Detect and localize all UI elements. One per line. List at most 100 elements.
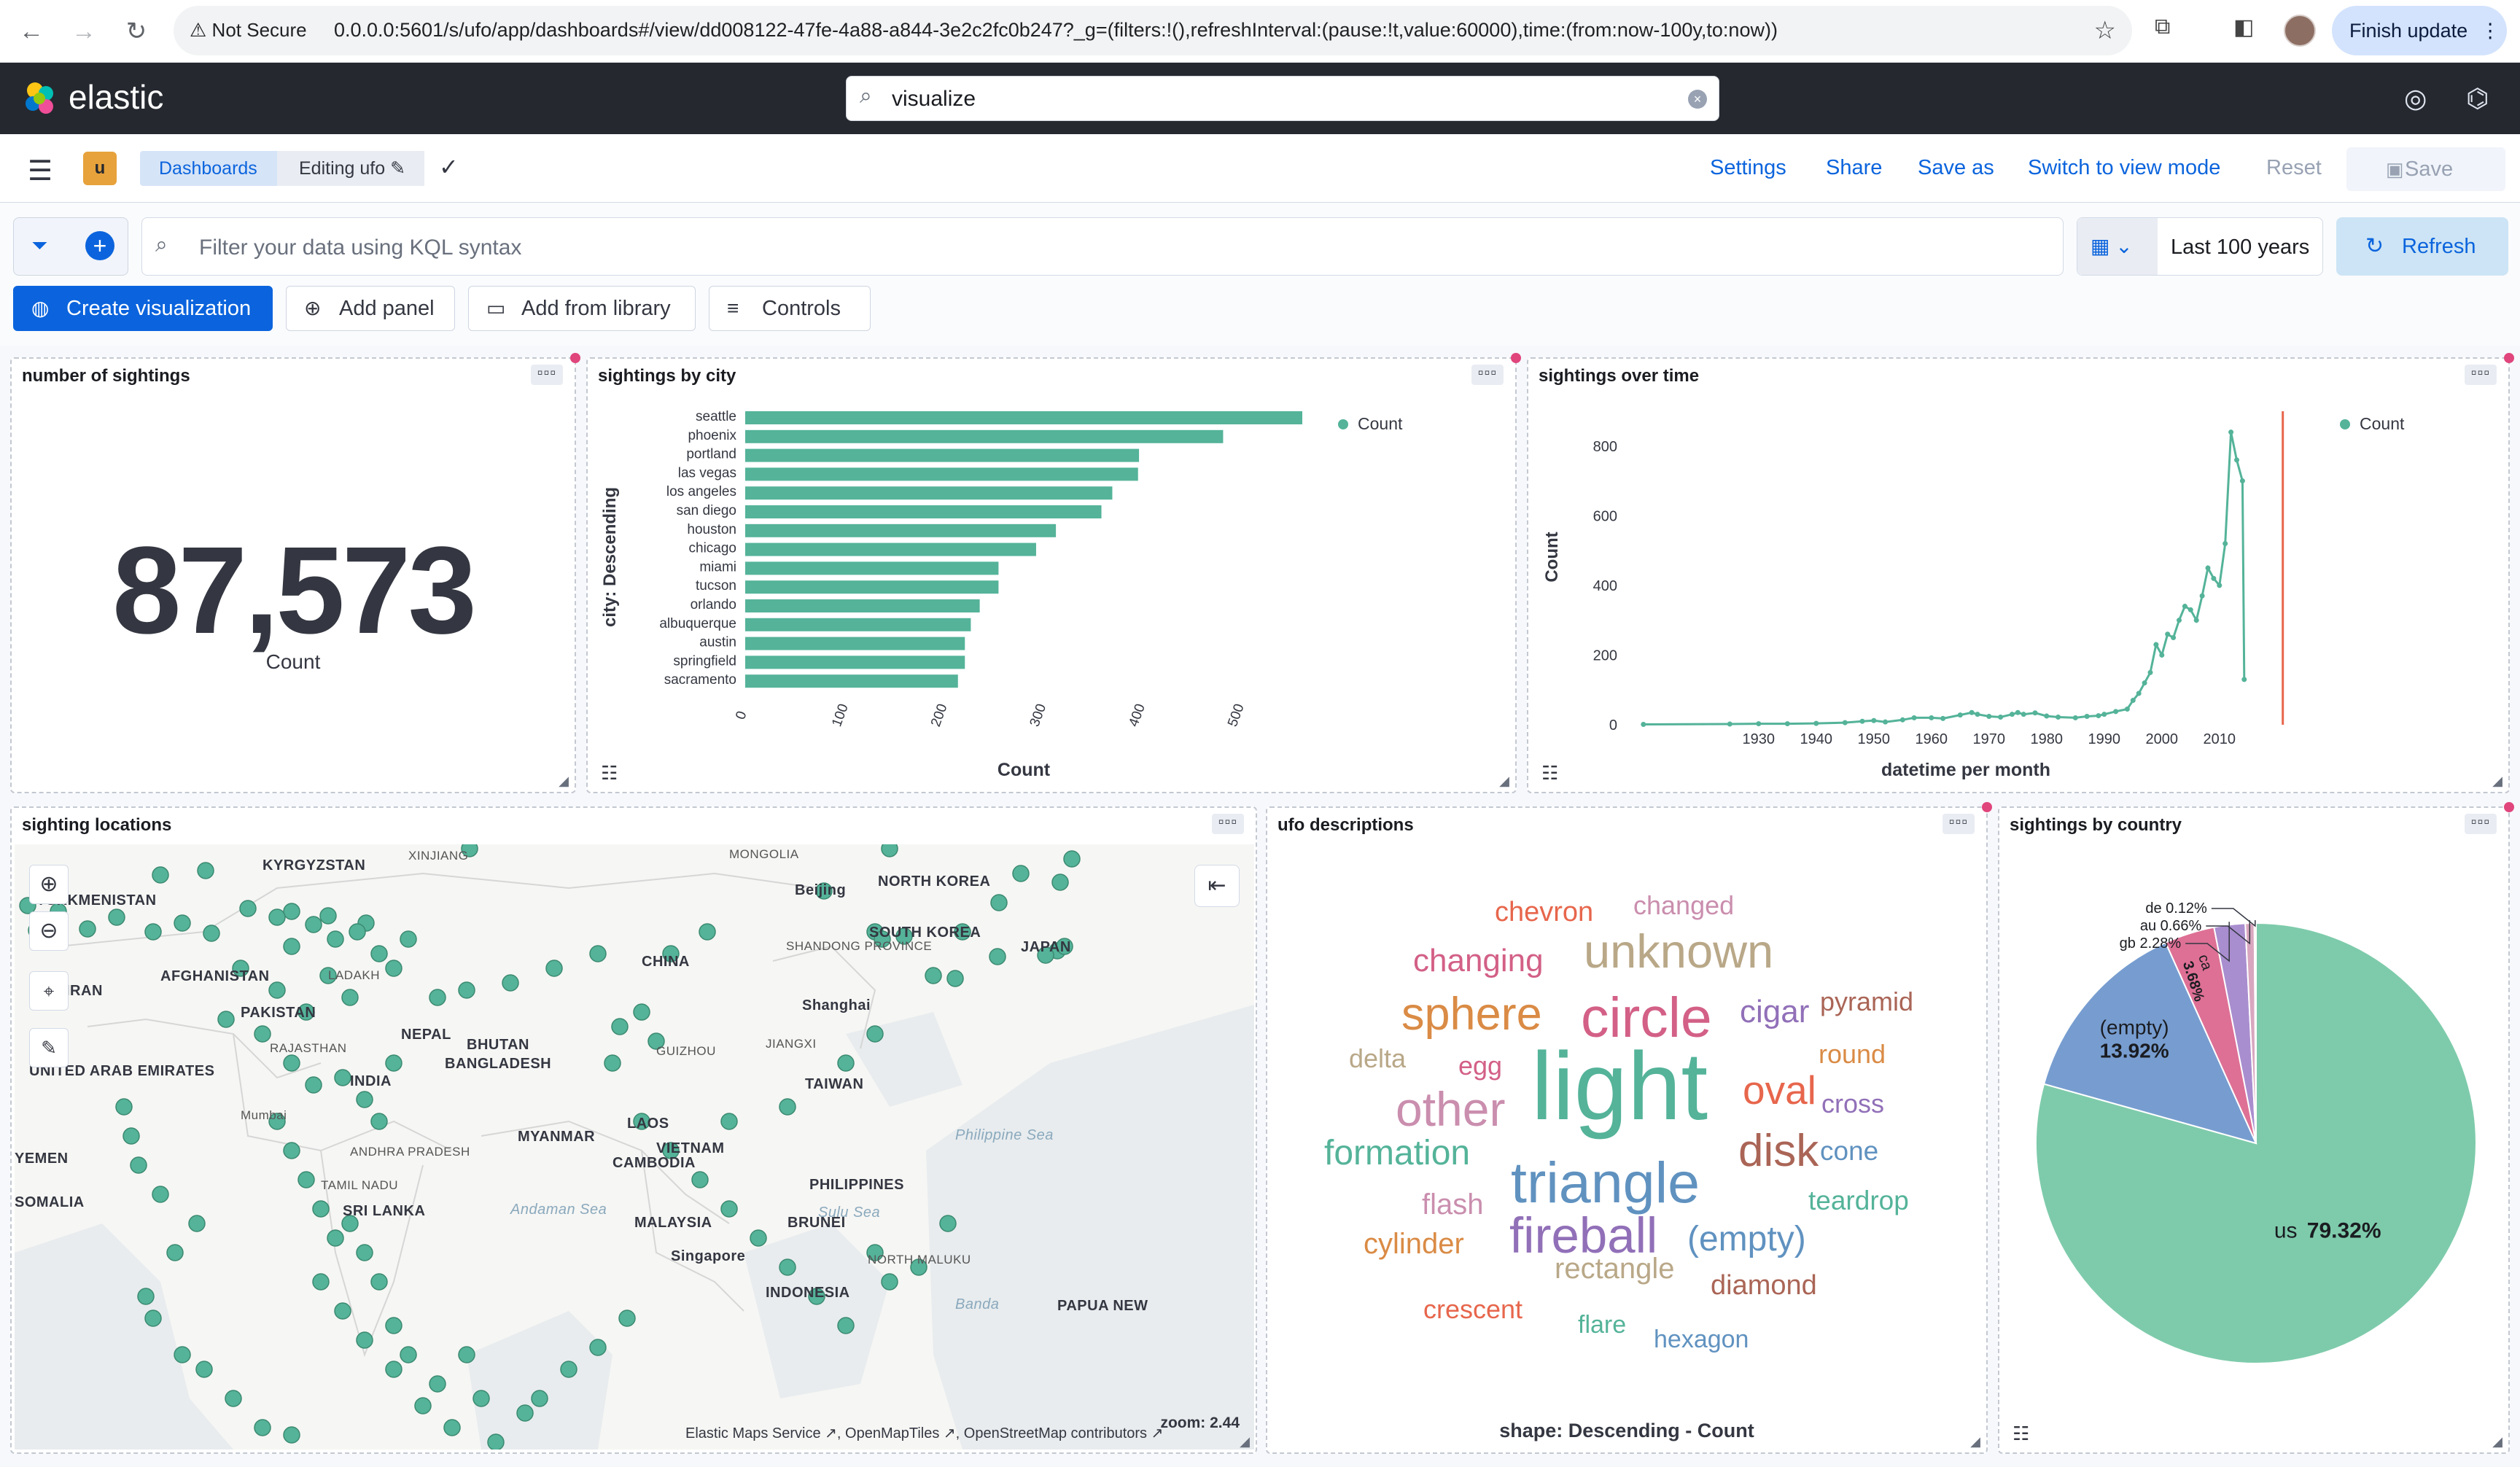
panel-sighting-locations[interactable]: sighting locations ▫▫▫ KYRGYZSTAN XINJIAN… (10, 806, 1257, 1454)
count-point[interactable] (1998, 714, 2004, 720)
clear-search-icon[interactable]: × (1688, 90, 1707, 109)
word-cloud-word[interactable]: round (1819, 1041, 1886, 1067)
sighting-point[interactable] (429, 989, 446, 1006)
sighting-point[interactable] (458, 1346, 475, 1363)
word-cloud-word[interactable]: flare (1578, 1312, 1626, 1337)
count-point[interactable] (2159, 652, 2165, 658)
count-point[interactable] (2032, 710, 2038, 716)
sighting-point[interactable] (400, 1346, 417, 1363)
count-point[interactable] (2188, 607, 2193, 612)
add-from-library-button[interactable]: ▭ Add from library (468, 286, 696, 331)
sighting-point[interactable] (750, 1229, 767, 1247)
count-point[interactable] (2009, 712, 2015, 717)
not-secure-badge[interactable]: ⚠ Not Secure (190, 19, 307, 42)
count-point[interactable] (2222, 541, 2228, 547)
word-cloud-word[interactable]: flash (1422, 1190, 1484, 1219)
menu-hamburger-icon[interactable]: ☰ (28, 155, 52, 187)
sighting-point[interactable] (188, 1215, 206, 1232)
reset-link[interactable]: Reset (2266, 156, 2322, 180)
panel-options-icon[interactable]: ▫▫▫ (2465, 365, 2497, 385)
sighting-point[interactable] (108, 908, 125, 926)
sighting-point[interactable] (327, 1229, 344, 1247)
sighting-point[interactable] (1051, 873, 1069, 891)
city-bar[interactable] (745, 637, 965, 650)
count-point[interactable] (2130, 698, 2136, 704)
sighting-point[interactable] (137, 1288, 155, 1305)
count-point[interactable] (2211, 575, 2217, 581)
count-point[interactable] (2171, 635, 2177, 641)
city-bar[interactable] (745, 505, 1102, 518)
count-point[interactable] (2056, 714, 2061, 720)
sighting-point[interactable] (385, 1317, 402, 1334)
sighting-point[interactable] (305, 916, 322, 933)
count-point[interactable] (2241, 677, 2247, 682)
count-point[interactable] (1883, 719, 1889, 725)
count-point[interactable] (2147, 669, 2153, 675)
sighting-point[interactable] (604, 1054, 621, 1072)
count-point[interactable] (2165, 631, 2171, 637)
city-bar[interactable] (745, 524, 1057, 537)
sighting-point[interactable] (429, 1375, 446, 1393)
sighting-point[interactable] (946, 970, 964, 987)
count-point[interactable] (2096, 713, 2101, 719)
word-cloud-word[interactable]: other (1396, 1085, 1505, 1133)
save-button[interactable]: ▣ Save (2346, 147, 2505, 191)
sighting-point[interactable] (589, 945, 607, 962)
count-point[interactable] (1929, 715, 1934, 720)
space-avatar[interactable]: u (83, 152, 117, 185)
count-point[interactable] (1842, 720, 1848, 725)
count-point[interactable] (2044, 713, 2050, 719)
sighting-point[interactable] (166, 1244, 184, 1261)
legend-toggle-icon[interactable]: ☷ (2012, 1423, 2029, 1445)
extensions-puzzle-icon[interactable]: ⧉ (2155, 15, 2170, 39)
sighting-point[interactable] (239, 900, 257, 917)
sighting-point[interactable] (487, 1433, 505, 1450)
sighting-point[interactable] (939, 1215, 957, 1232)
sighting-point[interactable] (79, 920, 96, 938)
count-point[interactable] (1957, 712, 1963, 718)
resize-handle-icon[interactable]: ◢ (2492, 774, 2502, 789)
sighting-point[interactable] (611, 1018, 629, 1035)
help-icon[interactable]: ◎ (2404, 83, 2427, 114)
sighting-point[interactable] (319, 907, 337, 925)
word-cloud-word[interactable]: oval (1743, 1070, 1816, 1110)
map-attribution[interactable]: Elastic Maps Service ↗, OpenMapTiles ↗, … (685, 1424, 1163, 1442)
count-point[interactable] (2136, 690, 2142, 696)
sighting-point[interactable] (254, 1025, 271, 1043)
count-point[interactable] (1756, 721, 1762, 727)
sighting-point[interactable] (254, 1419, 271, 1436)
breadcrumb-dashboards[interactable]: Dashboards (140, 151, 282, 186)
settings-link[interactable]: Settings (1710, 156, 1786, 180)
count-point[interactable] (2193, 618, 2199, 623)
count-point[interactable] (2153, 642, 2159, 647)
legend-label[interactable]: Count (1358, 414, 1403, 433)
resize-handle-icon[interactable]: ◢ (1970, 1434, 1980, 1450)
count-point[interactable] (1727, 721, 1732, 727)
sighting-point[interactable] (298, 1171, 315, 1188)
count-point[interactable] (1859, 718, 1865, 724)
global-search-input[interactable]: ⌕ visualize × (846, 76, 1719, 121)
sighting-point[interactable] (130, 1156, 147, 1174)
sighting-point[interactable] (443, 1419, 461, 1436)
count-point[interactable] (2217, 583, 2222, 588)
sighting-point[interactable] (560, 1361, 578, 1378)
panel-number-of-sightings[interactable]: number of sightings ▫▫▫ 87,573 Count ◢ (10, 353, 580, 793)
count-point[interactable] (1784, 721, 1790, 727)
count-point[interactable] (2182, 604, 2188, 610)
sighting-point[interactable] (1063, 850, 1081, 868)
word-cloud-word[interactable]: cross (1821, 1091, 1884, 1117)
sighting-point[interactable] (1012, 865, 1030, 882)
word-cloud-word[interactable]: cigar (1740, 996, 1809, 1028)
sighting-point[interactable] (837, 1054, 855, 1072)
word-cloud-word[interactable]: (empty) (1687, 1222, 1806, 1257)
breadcrumb-editing[interactable]: Editing ufo ✎ (277, 151, 425, 186)
word-cloud-word[interactable]: diamond (1711, 1272, 1817, 1299)
create-visualization-button[interactable]: ◍ Create visualization (13, 286, 273, 331)
refresh-button[interactable]: ↻ Refresh (2336, 217, 2508, 276)
share-link[interactable]: Share (1826, 156, 1882, 180)
count-point[interactable] (1641, 722, 1646, 728)
sighting-point[interactable] (356, 1091, 373, 1108)
confirm-check-icon[interactable]: ✓ (439, 153, 459, 181)
sighting-point[interactable] (925, 967, 942, 984)
count-point[interactable] (2228, 429, 2234, 435)
